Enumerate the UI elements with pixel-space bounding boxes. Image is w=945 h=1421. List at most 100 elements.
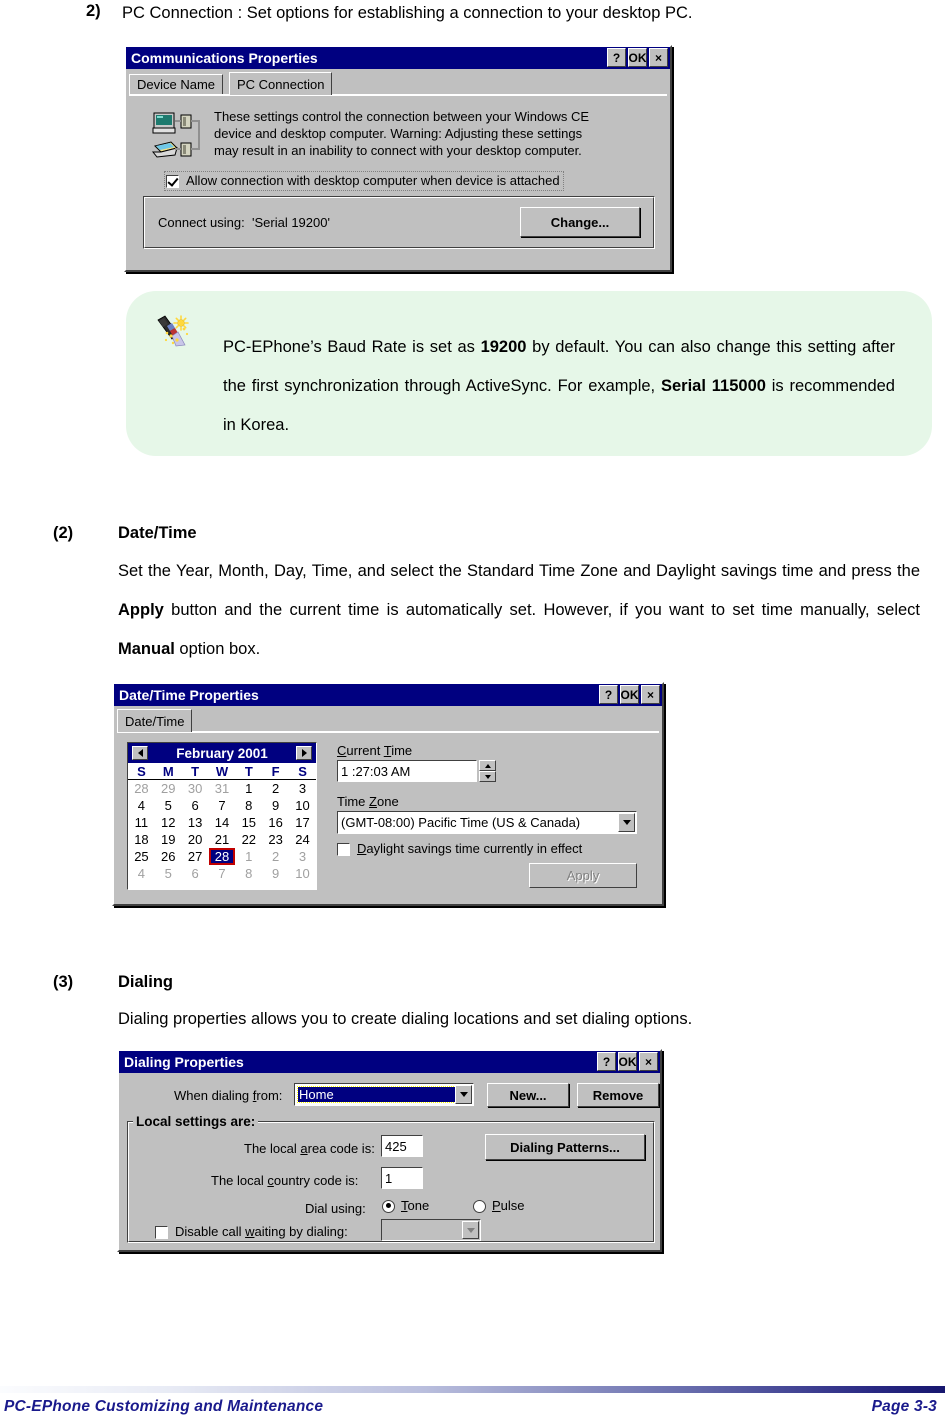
dial-using-pulse-option[interactable]: Pulse <box>473 1198 525 1214</box>
ok-button[interactable]: OK <box>628 48 647 67</box>
dialing-dialog-title: Dialing Properties <box>124 1054 244 1070</box>
spinner-down-button[interactable] <box>479 771 496 782</box>
current-time-spinner[interactable] <box>479 760 496 782</box>
calendar-day[interactable]: 30 <box>182 780 209 798</box>
new-location-button[interactable]: New... <box>487 1083 569 1107</box>
calendar-day[interactable]: 20 <box>182 831 209 848</box>
spinner-up-button[interactable] <box>479 760 496 771</box>
calendar-day[interactable]: 6 <box>182 797 209 814</box>
calendar-day-selected[interactable]: 28 <box>208 848 236 865</box>
comm-titlebar-buttons: ? OK × <box>607 48 668 67</box>
calendar-day[interactable]: 12 <box>155 814 182 831</box>
calendar-week-row: 18 19 20 21 22 23 24 <box>128 831 316 848</box>
tone-radio[interactable] <box>382 1199 395 1213</box>
calendar-day[interactable]: 13 <box>182 814 209 831</box>
dialing-dialog-titlebar: Dialing Properties ? OK × <box>119 1051 660 1073</box>
calendar-day[interactable]: 19 <box>155 831 182 848</box>
help-button[interactable]: ? <box>607 48 626 67</box>
help-button[interactable]: ? <box>599 685 618 704</box>
close-button[interactable]: × <box>649 48 668 67</box>
ok-button[interactable]: OK <box>618 1052 637 1071</box>
calendar-day[interactable]: 11 <box>128 814 155 831</box>
country-code-field[interactable]: 1 <box>381 1167 423 1189</box>
calendar-day[interactable]: 24 <box>289 831 316 848</box>
current-time-field[interactable]: 1 :27:03 AM <box>337 760 477 782</box>
calendar-day[interactable]: 28 <box>128 780 155 798</box>
calendar-day[interactable]: 29 <box>155 780 182 798</box>
calendar-day[interactable]: 25 <box>128 848 155 865</box>
calendar-day[interactable]: 14 <box>209 814 236 831</box>
calendar-weekday-1: M <box>154 763 182 780</box>
calendar-day[interactable]: 8 <box>235 865 262 882</box>
call-waiting-code-combo[interactable] <box>381 1219 481 1241</box>
disable-call-waiting-checkbox[interactable] <box>155 1225 168 1239</box>
calendar-day[interactable]: 9 <box>262 797 289 814</box>
calendar-day[interactable]: 2 <box>262 848 289 865</box>
area-code-field[interactable]: 425 <box>381 1135 423 1157</box>
close-button[interactable]: × <box>641 685 660 704</box>
calendar-day[interactable]: 9 <box>262 865 289 882</box>
calendar-day[interactable]: 7 <box>209 797 236 814</box>
calendar-day[interactable]: 22 <box>235 831 262 848</box>
time-zone-combo[interactable]: (GMT-08:00) Pacific Time (US & Canada) <box>337 811 637 834</box>
pulse-radio[interactable] <box>473 1199 486 1213</box>
pc-connection-icon <box>151 110 207 162</box>
calendar-day[interactable]: 3 <box>289 848 316 865</box>
calendar-day[interactable]: 10 <box>289 797 316 814</box>
tab-pc-connection[interactable]: PC Connection <box>229 72 333 95</box>
calendar-day[interactable]: 23 <box>262 831 289 848</box>
when-dialing-from-combo[interactable]: Home <box>294 1083 474 1106</box>
calendar-day[interactable]: 21 <box>209 831 236 848</box>
connect-using-label: Connect using: <box>158 215 245 230</box>
help-button[interactable]: ? <box>597 1052 616 1071</box>
calendar-day[interactable]: 27 <box>182 848 209 865</box>
daylight-savings-checkbox[interactable] <box>337 842 350 856</box>
disable-call-waiting-row[interactable]: Disable call waiting by dialing: <box>155 1224 348 1240</box>
calendar-next-month-button[interactable] <box>296 746 312 760</box>
apply-button[interactable]: Apply <box>529 863 637 888</box>
calendar-day[interactable]: 16 <box>262 814 289 831</box>
calendar-day[interactable]: 4 <box>128 865 155 882</box>
change-button[interactable]: Change... <box>520 207 640 237</box>
calendar-day[interactable]: 17 <box>289 814 316 831</box>
tab-date-time[interactable]: Date/Time <box>117 709 193 732</box>
dial-using-tone-option[interactable]: Tone <box>382 1198 429 1214</box>
calendar-day[interactable]: 1 <box>235 848 262 865</box>
time-zone-value: (GMT-08:00) Pacific Time (US & Canada) <box>341 815 581 830</box>
dialing-patterns-button[interactable]: Dialing Patterns... <box>485 1134 645 1160</box>
calendar-day[interactable]: 31 <box>209 780 236 798</box>
close-button[interactable]: × <box>639 1052 658 1071</box>
chevron-down-icon <box>622 820 631 825</box>
calendar-day[interactable]: 1 <box>235 780 262 798</box>
allow-connection-checkbox-row[interactable]: Allow connection with desktop computer w… <box>164 171 564 191</box>
daylight-savings-checkbox-row[interactable]: Daylight savings time currently in effec… <box>337 841 582 857</box>
comm-description-line-1: These settings control the connection be… <box>214 109 590 124</box>
calendar-day[interactable]: 6 <box>182 865 209 882</box>
ok-button[interactable]: OK <box>620 685 639 704</box>
calendar-day[interactable]: 5 <box>155 797 182 814</box>
calendar-day[interactable]: 18 <box>128 831 155 848</box>
calendar-day[interactable]: 26 <box>155 848 182 865</box>
remove-location-button[interactable]: Remove <box>577 1083 659 1107</box>
chevron-down-icon <box>459 1092 468 1097</box>
calendar-day[interactable]: 10 <box>289 865 316 882</box>
calendar-week-row: 4 5 6 7 8 9 10 <box>128 797 316 814</box>
calendar[interactable]: February 2001 SMTWTFS 28 29 30 31 1 2 3 4 5 6 7 8 9 1… <box>127 742 317 890</box>
when-dialing-from-value: Home <box>297 1086 456 1103</box>
calendar-grid[interactable]: SMTWTFS 28 29 30 31 1 2 3 4 5 6 7 8 9 10 11 12 13 14 15 16 1… <box>128 763 316 882</box>
calendar-day[interactable]: 3 <box>289 780 316 798</box>
time-zone-dropdown-arrow[interactable] <box>618 813 635 832</box>
calendar-body[interactable]: 28 29 30 31 1 2 3 4 5 6 7 8 9 10 11 12 13 14 15 16 17 18 19 20 2… <box>128 780 316 883</box>
country-code-label: The local country code is: <box>211 1173 359 1188</box>
calendar-prev-month-button[interactable] <box>132 746 148 760</box>
calendar-day[interactable]: 15 <box>235 814 262 831</box>
calendar-day[interactable]: 7 <box>209 865 236 882</box>
calendar-day[interactable]: 5 <box>155 865 182 882</box>
when-dialing-dropdown-arrow[interactable] <box>455 1085 472 1104</box>
section3-heading: Dialing <box>118 973 174 991</box>
allow-connection-checkbox[interactable] <box>166 174 179 188</box>
calendar-day[interactable]: 2 <box>262 780 289 798</box>
calendar-day[interactable]: 4 <box>128 797 155 814</box>
tab-device-name[interactable]: Device Name <box>129 74 224 94</box>
calendar-day[interactable]: 8 <box>235 797 262 814</box>
